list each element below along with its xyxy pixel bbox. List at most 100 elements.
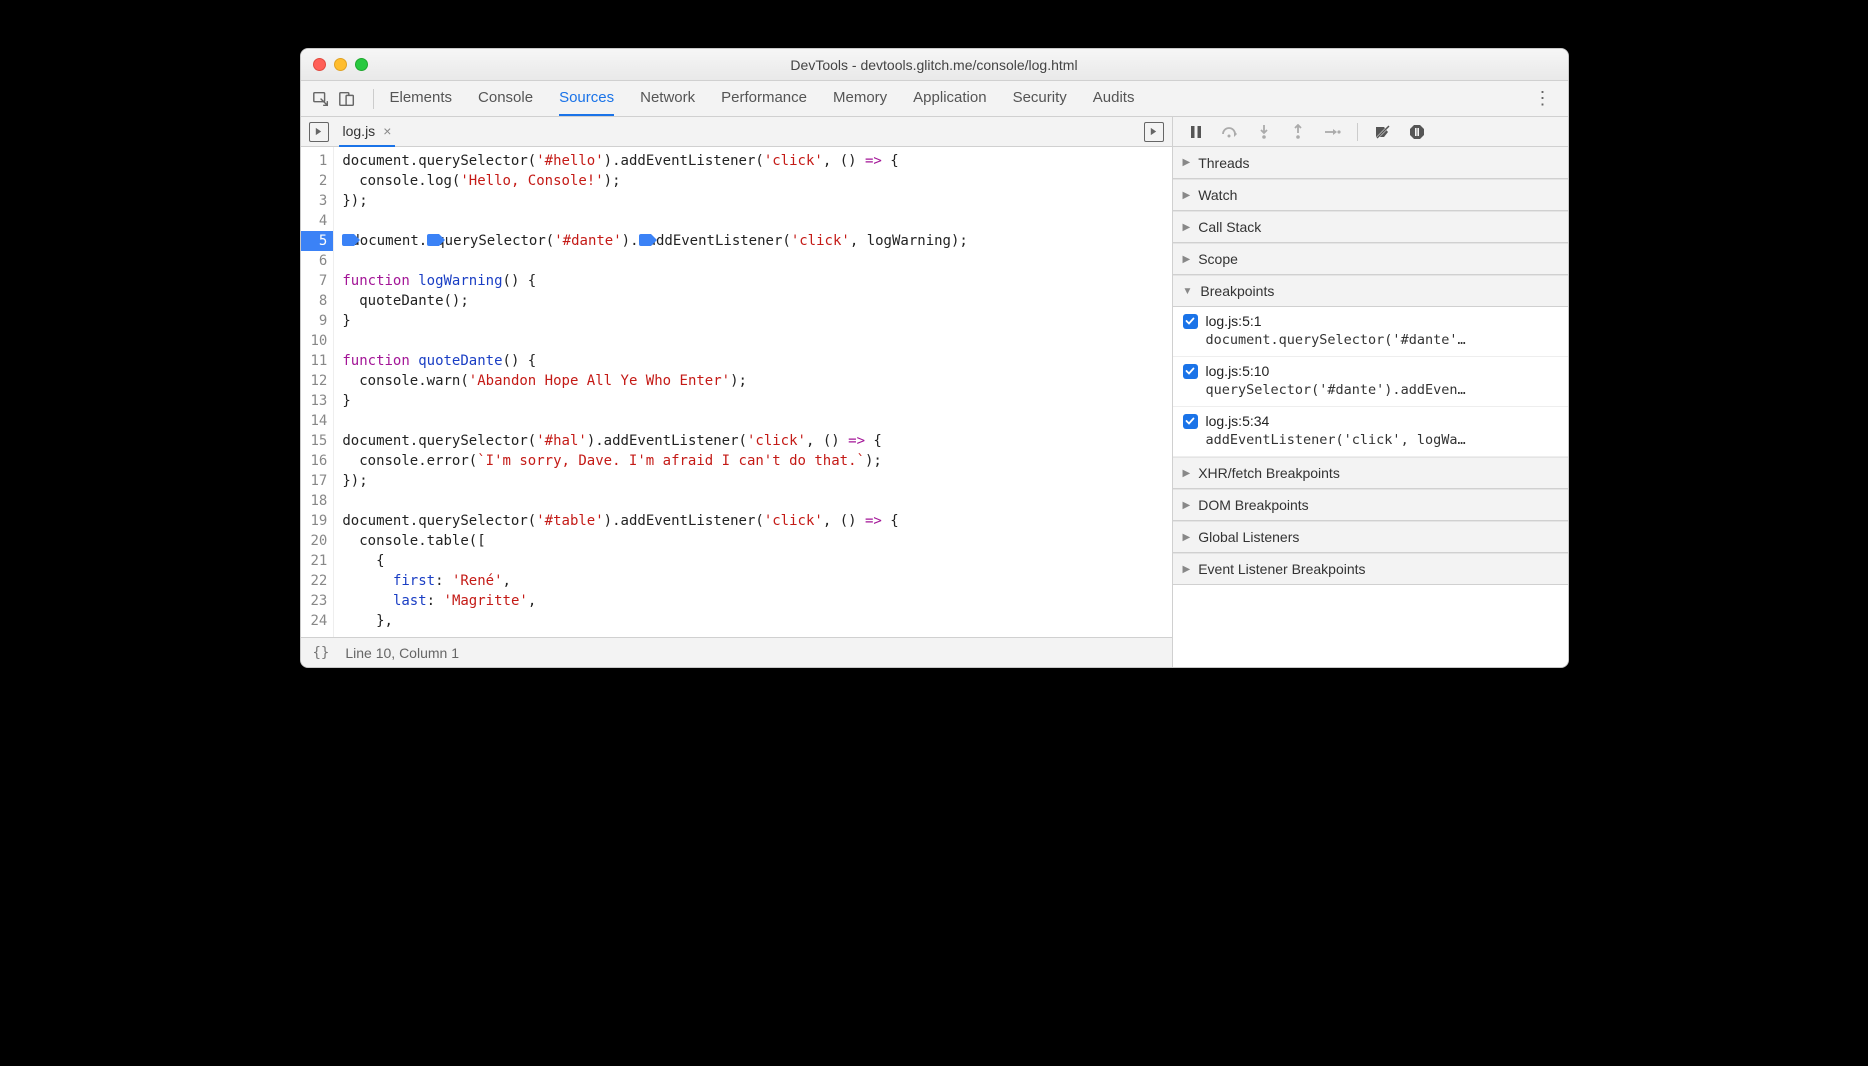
tab-performance[interactable]: Performance (721, 81, 807, 116)
code-line[interactable]: }); (342, 471, 968, 491)
tab-console[interactable]: Console (478, 81, 533, 116)
code-editor[interactable]: 123456789101112131415161718192021222324 … (301, 147, 1172, 637)
code-line[interactable]: }, (342, 611, 968, 631)
line-number[interactable]: 22 (311, 571, 328, 591)
line-number[interactable]: 14 (311, 411, 328, 431)
tab-elements[interactable]: Elements (390, 81, 453, 116)
pause-script-button[interactable] (1183, 121, 1209, 143)
code-line[interactable] (342, 411, 968, 431)
pane-call-stack[interactable]: ▶Call Stack (1173, 211, 1568, 243)
line-number[interactable]: 16 (311, 451, 328, 471)
step-button[interactable] (1319, 121, 1345, 143)
line-number[interactable]: 19 (311, 511, 328, 531)
code-line[interactable]: function quoteDante() { (342, 351, 968, 371)
code-line[interactable]: document.querySelector('#hello').addEven… (342, 151, 968, 171)
device-toolbar-icon[interactable] (337, 89, 357, 109)
line-number[interactable]: 20 (311, 531, 328, 551)
inline-breakpoint-marker[interactable] (427, 234, 439, 246)
breakpoint-item[interactable]: log.js:5:10querySelector('#dante').addEv… (1173, 357, 1568, 407)
pane-breakpoints[interactable]: ▼Breakpoints (1173, 275, 1568, 307)
pane-xhr-fetch-breakpoints[interactable]: ▶XHR/fetch Breakpoints (1173, 457, 1568, 489)
pretty-print-icon[interactable]: {} (313, 645, 330, 661)
code-line[interactable]: console.warn('Abandon Hope All Ye Who En… (342, 371, 968, 391)
code-line[interactable]: console.error(`I'm sorry, Dave. I'm afra… (342, 451, 968, 471)
code-line[interactable]: document.querySelector('#hal').addEventL… (342, 431, 968, 451)
line-number[interactable]: 2 (311, 171, 328, 191)
code-line[interactable]: } (342, 311, 968, 331)
tab-network[interactable]: Network (640, 81, 695, 116)
pane-scope[interactable]: ▶Scope (1173, 243, 1568, 275)
breakpoint-checkbox[interactable] (1183, 414, 1198, 429)
line-number[interactable]: 4 (311, 211, 328, 231)
line-number[interactable]: 7 (311, 271, 328, 291)
code-line[interactable]: document.querySelector('#table').addEven… (342, 511, 968, 531)
line-number[interactable]: 18 (311, 491, 328, 511)
debugger-toolbar (1173, 117, 1568, 147)
inspect-element-icon[interactable] (311, 89, 331, 109)
tab-application[interactable]: Application (913, 81, 986, 116)
breakpoint-checkbox[interactable] (1183, 314, 1198, 329)
breakpoint-item[interactable]: log.js:5:1 document.querySelector('#dante… (1173, 307, 1568, 357)
breakpoint-location: log.js:5:1 (1206, 313, 1262, 329)
step-into-button[interactable] (1251, 121, 1277, 143)
line-number[interactable]: 10 (311, 331, 328, 351)
line-number[interactable]: 23 (311, 591, 328, 611)
close-window-button[interactable] (313, 58, 326, 71)
breakpoint-checkbox[interactable] (1183, 364, 1198, 379)
code-line[interactable]: last: 'Magritte', (342, 591, 968, 611)
close-file-tab-icon[interactable]: × (383, 123, 391, 139)
code-line[interactable]: quoteDante(); (342, 291, 968, 311)
file-tab[interactable]: log.js × (339, 117, 396, 147)
inline-breakpoint-marker[interactable] (639, 234, 651, 246)
line-number[interactable]: 5 (301, 231, 334, 251)
expand-triangle-icon: ▶ (1183, 157, 1191, 168)
code-line[interactable] (342, 251, 968, 271)
deactivate-breakpoints-button[interactable] (1370, 121, 1396, 143)
code-line[interactable]: document.querySelector('#dante').addEven… (342, 231, 968, 251)
line-number[interactable]: 9 (311, 311, 328, 331)
pause-on-exceptions-button[interactable] (1404, 121, 1430, 143)
line-number[interactable]: 21 (311, 551, 328, 571)
pane-dom-breakpoints[interactable]: ▶DOM Breakpoints (1173, 489, 1568, 521)
line-number[interactable]: 11 (311, 351, 328, 371)
line-number[interactable]: 1 (311, 151, 328, 171)
show-debugger-icon[interactable] (1144, 122, 1164, 142)
minimize-window-button[interactable] (334, 58, 347, 71)
more-options-icon[interactable]: ⋮ (1528, 88, 1558, 109)
code-line[interactable] (342, 211, 968, 231)
code-line[interactable]: console.table([ (342, 531, 968, 551)
code-line[interactable]: first: 'René', (342, 571, 968, 591)
code-content[interactable]: document.querySelector('#hello').addEven… (334, 147, 968, 637)
line-number[interactable]: 8 (311, 291, 328, 311)
line-number-gutter[interactable]: 123456789101112131415161718192021222324 (301, 147, 335, 637)
tab-sources[interactable]: Sources (559, 81, 614, 116)
pane-event-listener-breakpoints[interactable]: ▶Event Listener Breakpoints (1173, 553, 1568, 585)
pane-global-listeners[interactable]: ▶Global Listeners (1173, 521, 1568, 553)
step-out-button[interactable] (1285, 121, 1311, 143)
line-number[interactable]: 17 (311, 471, 328, 491)
code-line[interactable]: function logWarning() { (342, 271, 968, 291)
line-number[interactable]: 15 (311, 431, 328, 451)
code-line[interactable]: { (342, 551, 968, 571)
inline-breakpoint-marker[interactable] (342, 234, 354, 246)
code-line[interactable] (342, 331, 968, 351)
code-line[interactable]: console.log('Hello, Console!'); (342, 171, 968, 191)
code-line[interactable]: } (342, 391, 968, 411)
tab-security[interactable]: Security (1013, 81, 1067, 116)
line-number[interactable]: 12 (311, 371, 328, 391)
line-number[interactable]: 13 (311, 391, 328, 411)
step-over-button[interactable] (1217, 121, 1243, 143)
breakpoint-item[interactable]: log.js:5:34addEventListener('click', log… (1173, 407, 1568, 457)
code-line[interactable] (342, 491, 968, 511)
tab-memory[interactable]: Memory (833, 81, 887, 116)
tab-audits[interactable]: Audits (1093, 81, 1135, 116)
code-line[interactable]: }); (342, 191, 968, 211)
breakpoint-snippet: document.querySelector('#dante'… (1206, 332, 1558, 348)
line-number[interactable]: 6 (311, 251, 328, 271)
show-navigator-icon[interactable] (309, 122, 329, 142)
pane-threads[interactable]: ▶Threads (1173, 147, 1568, 179)
line-number[interactable]: 3 (311, 191, 328, 211)
line-number[interactable]: 24 (311, 611, 328, 631)
zoom-window-button[interactable] (355, 58, 368, 71)
pane-watch[interactable]: ▶Watch (1173, 179, 1568, 211)
